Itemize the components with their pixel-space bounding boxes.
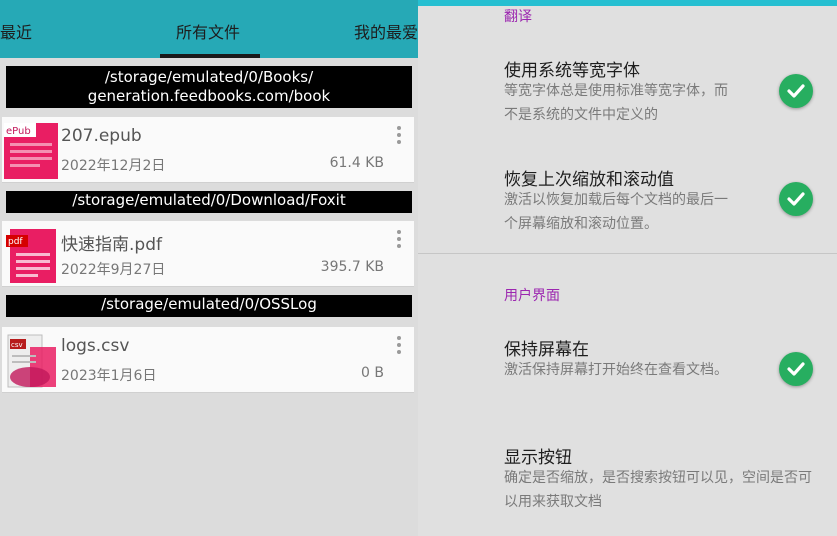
file-item[interactable]: csv logs.csv 2023年1月6日 0 B (2, 327, 414, 393)
file-browser-pane: 最近 所有文件 我的最爱 /storage/emulated/0/Books/ … (0, 0, 418, 536)
file-badge: ePub (6, 126, 31, 137)
file-name: 快速指南.pdf (61, 235, 162, 255)
setting-summary: 激活保持屏幕打开始终在查看文档。 (504, 362, 728, 378)
file-size: 395.7 KB (320, 259, 384, 275)
setting-title: 显示按钮 (504, 448, 572, 468)
file-name: 207.epub (61, 126, 142, 146)
folder-path-header: /storage/emulated/0/OSSLog (6, 295, 412, 317)
folder-path-line: generation.feedbooks.com/book (87, 87, 331, 105)
folder-path-line: /storage/emulated/0/OSSLog (101, 295, 317, 313)
section-header-translate: 翻译 (504, 9, 532, 25)
section-header-ui: 用户界面 (504, 288, 560, 304)
more-options-icon[interactable] (396, 230, 402, 250)
setting-summary: 激活以恢复加载后每个文档的最后一个屏幕缩放和滚动位置。 (504, 192, 728, 232)
tab-bar: 最近 所有文件 我的最爱 (0, 0, 418, 58)
setting-summary: 确定是否缩放，是否搜索按钮可以见，空间是否可以用来获取文档 (504, 470, 812, 510)
checkbox-checked-icon[interactable] (779, 74, 813, 108)
section-divider (418, 253, 837, 254)
csv-file-icon: csv (7, 334, 56, 388)
file-badge: pdf (8, 237, 23, 247)
file-item[interactable]: ePub 207.epub 2022年12月2日 61.4 KB (2, 117, 414, 183)
setting-title: 恢复上次缩放和滚动值 (504, 170, 674, 190)
tab-indicator (160, 54, 260, 58)
more-options-icon[interactable] (396, 126, 402, 146)
setting-title: 使用系统等宽字体 (504, 61, 640, 81)
tab-all-files[interactable]: 所有文件 (176, 19, 240, 43)
file-date: 2023年1月6日 (61, 368, 157, 384)
file-size: 0 B (361, 365, 384, 381)
setting-title: 保持屏幕在 (504, 340, 589, 360)
more-options-icon[interactable] (396, 336, 402, 356)
epub-file-icon: ePub (4, 123, 58, 179)
file-item[interactable]: pdf 快速指南.pdf 2022年9月27日 395.7 KB (2, 221, 414, 287)
file-date: 2022年9月27日 (61, 262, 166, 278)
setting-summary: 等宽字体总是使用标准等宽字体，而不是系统的文件中定义的 (504, 83, 728, 123)
file-badge: csv (11, 341, 23, 349)
settings-top-bar (418, 0, 837, 6)
tab-favorites[interactable]: 我的最爱 (354, 19, 418, 43)
folder-path-line: /storage/emulated/0/Books/ (104, 68, 314, 86)
tab-recent[interactable]: 最近 (0, 19, 32, 43)
file-date: 2022年12月2日 (61, 158, 166, 174)
checkbox-checked-icon[interactable] (779, 182, 813, 216)
pdf-file-icon: pdf (6, 229, 56, 283)
checkbox-checked-icon[interactable] (779, 352, 813, 386)
settings-pane: 翻译 使用系统等宽字体 等宽字体总是使用标准等宽字体，而不是系统的文件中定义的 … (418, 0, 837, 536)
file-size: 61.4 KB (329, 155, 384, 171)
folder-path-line: /storage/emulated/0/Download/Foxit (72, 191, 346, 209)
folder-path-header: /storage/emulated/0/Books/ generation.fe… (6, 66, 412, 108)
folder-path-header: /storage/emulated/0/Download/Foxit (6, 191, 412, 213)
file-name: logs.csv (61, 336, 130, 356)
